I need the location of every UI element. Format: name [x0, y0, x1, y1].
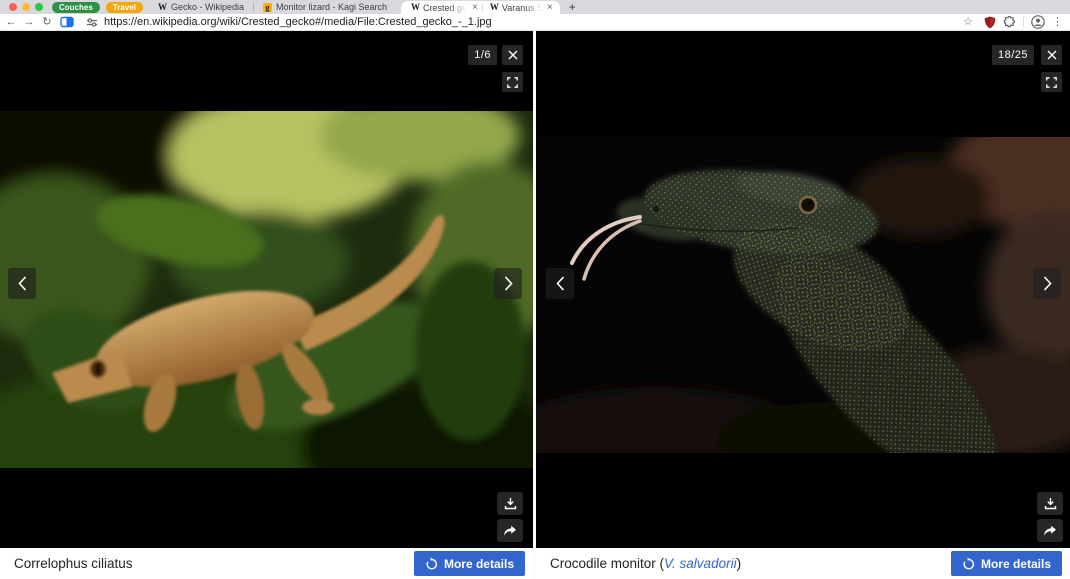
caption-text: Crocodile monitor (: [550, 556, 665, 571]
new-tab-button[interactable]: +: [569, 1, 576, 13]
image-counter-badge: 1/6: [468, 45, 497, 65]
reload-button[interactable]: ↻: [38, 16, 56, 28]
tab-monitor-lizard-kagi[interactable]: g Monitor lizard - Kagi Search: [254, 0, 396, 14]
download-icon: [1044, 498, 1056, 510]
close-viewer-button[interactable]: [1041, 45, 1062, 65]
chevron-right-icon: [1043, 276, 1052, 291]
zoom-window-button[interactable]: [35, 3, 43, 11]
wikipedia-favicon-icon: W: [411, 2, 421, 12]
species-link[interactable]: V. salvadorii: [664, 556, 737, 571]
crocodile-monitor-photo[interactable]: [536, 137, 1070, 453]
more-details-label: More details: [443, 556, 514, 571]
crested-gecko-photo[interactable]: [0, 111, 533, 468]
tab-gecko-wikipedia[interactable]: W Gecko - Wikipedia: [149, 0, 253, 14]
download-button[interactable]: [1037, 492, 1063, 515]
tab-label: Monitor lizard - Kagi Search: [275, 2, 388, 12]
share-button[interactable]: [1037, 519, 1063, 542]
profile-avatar-icon[interactable]: [1031, 15, 1045, 29]
address-bar[interactable]: https://en.wikipedia.org/wiki/Crested_ge…: [86, 16, 951, 28]
viewer-footer: Crocodile monitor (V. salvadorii) More d…: [536, 548, 1070, 579]
tab-label: Gecko - Wikipedia: [170, 2, 244, 12]
tab-crested-gecko[interactable]: W Crested ge ×: [405, 1, 481, 14]
download-icon: [504, 498, 516, 510]
fullscreen-button[interactable]: [502, 72, 523, 92]
viewer-footer: Correlophus ciliatus More details: [0, 548, 533, 579]
toolbar-actions: ☆ ⋮: [959, 15, 1063, 29]
next-image-button[interactable]: [494, 268, 522, 299]
browser-window: Couches Travel W Gecko - Wikipedia g Mon…: [0, 0, 1070, 579]
minimize-window-button[interactable]: [22, 3, 30, 11]
fullscreen-icon: [1046, 76, 1057, 88]
image-counter-badge: 18/25: [991, 45, 1034, 65]
chevron-left-icon: [17, 276, 26, 291]
ublock-shield-icon[interactable]: [984, 16, 996, 29]
fullscreen-button[interactable]: [1041, 72, 1062, 92]
close-icon: [1047, 50, 1056, 60]
download-button[interactable]: [497, 492, 523, 515]
chevron-left-icon: [555, 276, 564, 291]
close-icon: [508, 50, 517, 60]
image-caption: Crocodile monitor (V. salvadorii): [550, 556, 741, 571]
browser-toolbar: ← → ↻ https://en.wikipedia.org/wiki/Cres…: [0, 14, 1070, 31]
tab-label: Crested ge: [423, 2, 468, 13]
previous-image-button[interactable]: [546, 268, 574, 299]
more-details-button[interactable]: More details: [950, 551, 1062, 576]
toolbar-separator: [1023, 17, 1024, 27]
tab-group-label: Couches: [59, 2, 93, 12]
split-tab-separator: [481, 3, 483, 12]
close-tab-icon[interactable]: ×: [472, 2, 478, 13]
kagi-favicon-icon: g: [262, 2, 272, 12]
more-details-label: More details: [980, 556, 1051, 571]
share-button[interactable]: [497, 519, 523, 542]
split-view-icon[interactable]: [60, 16, 74, 28]
tab-group-couches[interactable]: Couches: [52, 1, 100, 13]
tab-group-travel[interactable]: Travel: [105, 1, 143, 13]
active-split-tab-group: W Crested ge × W Varanus Sa ×: [401, 1, 560, 14]
caption-text: ): [736, 556, 742, 571]
media-viewer-right: 18/25 Crocodile monitor (V. salvadorii) …: [536, 31, 1070, 579]
browser-menu-kebab-icon[interactable]: ⋮: [1052, 16, 1063, 28]
previous-image-button[interactable]: [8, 268, 36, 299]
bookmark-star-icon[interactable]: ☆: [959, 16, 977, 28]
close-window-button[interactable]: [9, 3, 17, 11]
tab-strip: Couches Travel W Gecko - Wikipedia g Mon…: [0, 0, 1070, 14]
next-image-button[interactable]: [1033, 268, 1061, 299]
share-arrow-icon: [504, 525, 516, 536]
close-tab-icon[interactable]: ×: [547, 2, 553, 13]
wikipedia-favicon-icon: W: [489, 2, 499, 12]
extensions-puzzle-icon[interactable]: [1003, 15, 1016, 29]
counter-text: 1/6: [474, 49, 491, 61]
back-button[interactable]: ←: [2, 16, 20, 28]
media-viewer-left: 1/6 Correlophus ciliatus More details: [0, 31, 533, 579]
tab-group-label: Travel: [112, 2, 136, 12]
split-content: 1/6 Correlophus ciliatus More details 18…: [0, 31, 1070, 579]
site-settings-tune-icon[interactable]: [86, 17, 98, 28]
more-details-button[interactable]: More details: [413, 551, 525, 576]
traffic-lights: [9, 3, 43, 11]
counter-text: 18/25: [997, 49, 1028, 61]
fullscreen-icon: [507, 76, 518, 88]
tab-varanus-salvadorii[interactable]: W Varanus Sa ×: [484, 1, 556, 14]
chevron-right-icon: [504, 276, 513, 291]
image-caption: Correlophus ciliatus: [14, 556, 133, 571]
wikipedia-favicon-icon: W: [157, 1, 167, 12]
commons-circle-arrow-icon: [426, 557, 438, 570]
share-arrow-icon: [1044, 525, 1056, 536]
tab-label: Varanus Sa: [501, 2, 544, 13]
commons-circle-arrow-icon: [963, 557, 975, 570]
forward-button[interactable]: →: [20, 16, 38, 28]
close-viewer-button[interactable]: [502, 45, 523, 65]
url-text[interactable]: https://en.wikipedia.org/wiki/Crested_ge…: [104, 16, 492, 28]
